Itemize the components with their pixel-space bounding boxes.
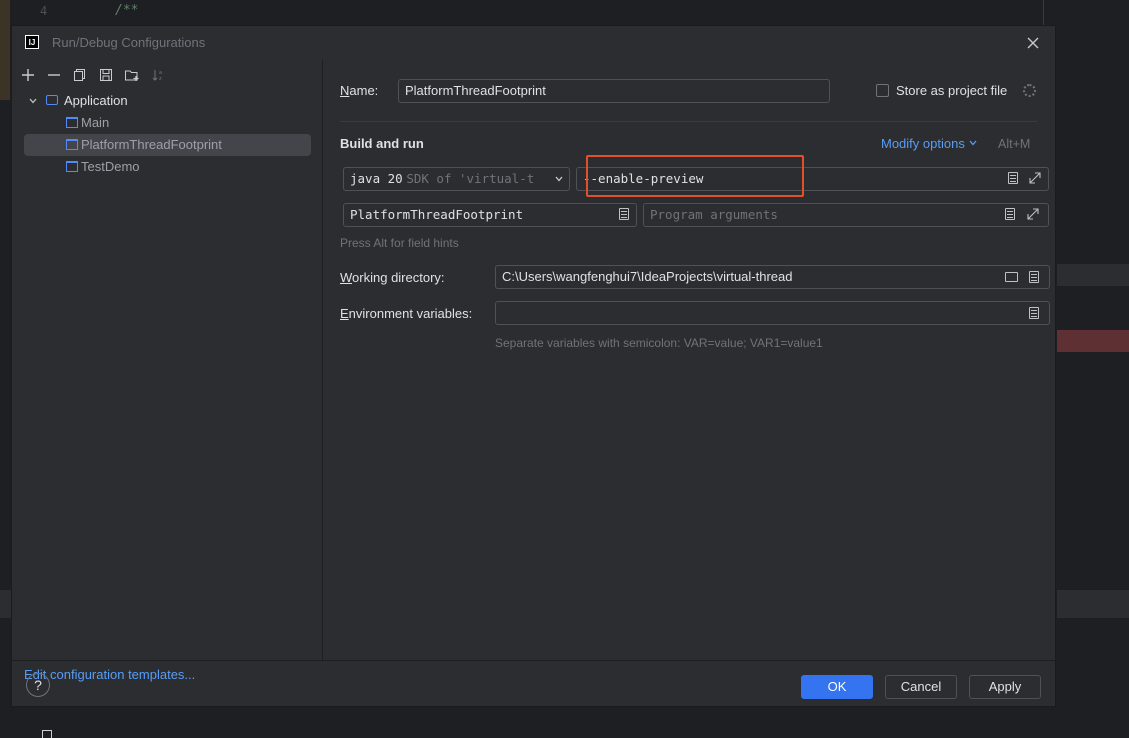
- intellij-app-icon: IJ: [25, 35, 39, 49]
- close-icon: [1027, 37, 1039, 49]
- modify-options-link[interactable]: Modify options: [881, 136, 978, 151]
- editor-line-highlight: [1057, 264, 1129, 286]
- tree-item-main[interactable]: Main: [24, 112, 311, 134]
- chevron-down-icon: [554, 168, 564, 190]
- expand-text-icon[interactable]: [1005, 208, 1015, 220]
- environment-variables-input[interactable]: [495, 301, 1050, 325]
- application-config-icon: [66, 139, 78, 150]
- copy-configuration-button[interactable]: [70, 65, 90, 85]
- tree-node-application[interactable]: Application: [24, 90, 311, 112]
- apply-button[interactable]: Apply: [969, 675, 1041, 699]
- store-as-project-file-label: Store as project file: [896, 83, 1008, 98]
- folder-add-icon: [125, 70, 139, 81]
- editor-breakpoint-line: [1057, 330, 1129, 352]
- browse-class-icon[interactable]: [619, 208, 629, 220]
- run-debug-configurations-dialog: IJ Run/Debug Configurations az Applicati…: [11, 25, 1056, 707]
- environment-variables-hint: Separate variables with semicolon: VAR=v…: [495, 336, 823, 350]
- dialog-footer: ? OK Cancel Apply: [12, 660, 1055, 708]
- save-configuration-button[interactable]: [96, 65, 116, 85]
- new-folder-button[interactable]: [122, 65, 142, 85]
- close-button[interactable]: [1023, 33, 1043, 53]
- minus-icon: [48, 74, 60, 76]
- expand-icon[interactable]: [1029, 172, 1041, 184]
- cancel-button[interactable]: Cancel: [885, 675, 957, 699]
- expand-text-icon[interactable]: [1008, 172, 1018, 184]
- chevron-down-icon: [969, 140, 977, 146]
- sort-alphabetically-icon: az: [152, 70, 162, 82]
- environment-variables-label: Environment variables:: [340, 306, 473, 321]
- jdk-select-value: java 20: [350, 171, 403, 186]
- application-icon: [46, 95, 58, 105]
- chevron-down-icon[interactable]: [28, 90, 38, 114]
- highlight-annotation: [586, 155, 804, 197]
- configurations-sidebar: az Application Main PlatformThreadFootpr…: [12, 60, 323, 682]
- configurations-tree: Application Main PlatformThreadFootprint…: [24, 90, 311, 178]
- add-configuration-button[interactable]: [18, 65, 38, 85]
- working-directory-label: Working directory:: [340, 270, 445, 285]
- editor-line-number: 4: [40, 4, 48, 18]
- application-config-icon: [66, 117, 78, 128]
- tree-item-platformthreadfootprint[interactable]: PlatformThreadFootprint: [24, 134, 311, 156]
- gear-icon[interactable]: [1023, 84, 1036, 97]
- modify-options-shortcut: Alt+M: [998, 137, 1031, 151]
- editor-line-highlight-lower: [1057, 590, 1129, 618]
- editor-right-margin: [1043, 0, 1044, 25]
- application-config-icon: [66, 161, 78, 172]
- build-and-run-title: Build and run: [340, 136, 424, 151]
- dialog-titlebar: IJ Run/Debug Configurations: [12, 26, 1055, 60]
- insert-macro-icon[interactable]: [1029, 271, 1039, 283]
- main-class-input[interactable]: PlatformThreadFootprint: [343, 203, 637, 227]
- save-icon: [100, 69, 112, 81]
- divider: [340, 121, 1037, 122]
- edit-environment-variables-icon[interactable]: [1029, 307, 1039, 319]
- tree-item-label: PlatformThreadFootprint: [81, 137, 222, 152]
- tree-item-testdemo[interactable]: TestDemo: [24, 156, 311, 178]
- program-arguments-input[interactable]: Program arguments: [643, 203, 1049, 227]
- working-directory-input[interactable]: C:\Users\wangfenghui7\IdeaProjects\virtu…: [495, 265, 1050, 289]
- plus-icon: [22, 69, 34, 81]
- gutter-marker: [0, 0, 10, 100]
- configurations-toolbar: az: [18, 64, 168, 86]
- configuration-form: Name: PlatformThreadFootprint Store as p…: [323, 60, 1055, 660]
- expand-icon[interactable]: [1027, 208, 1039, 220]
- name-label: Name:: [340, 83, 379, 98]
- tree-node-label: Application: [64, 93, 128, 108]
- help-button[interactable]: ?: [26, 673, 50, 697]
- svg-text:z: z: [159, 76, 162, 82]
- copy-icon: [74, 69, 85, 81]
- store-as-project-file-checkbox[interactable]: [876, 84, 889, 97]
- sort-configurations-button[interactable]: az: [148, 65, 168, 85]
- field-hints-text: Press Alt for field hints: [340, 236, 459, 250]
- tree-item-label: TestDemo: [81, 159, 140, 174]
- remove-configuration-button[interactable]: [44, 65, 64, 85]
- tree-item-label: Main: [81, 115, 110, 130]
- folder-icon[interactable]: [1005, 272, 1018, 282]
- jdk-select-description: SDK of 'virtual-t: [406, 171, 535, 186]
- dialog-title: Run/Debug Configurations: [52, 35, 206, 50]
- ok-button[interactable]: OK: [801, 675, 873, 699]
- name-input[interactable]: PlatformThreadFootprint: [398, 79, 830, 103]
- editor-code-line: /**: [115, 3, 139, 18]
- jdk-select[interactable]: java 20 SDK of 'virtual-t: [343, 167, 570, 191]
